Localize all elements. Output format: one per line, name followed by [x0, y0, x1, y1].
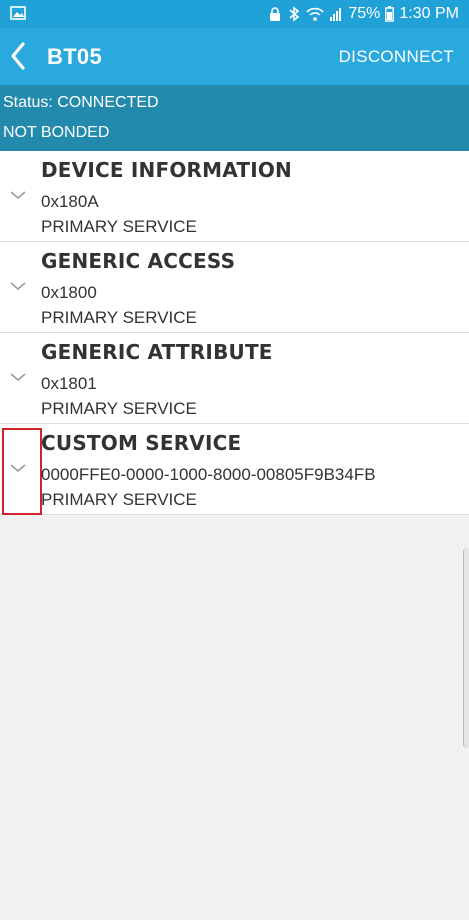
battery-icon	[385, 6, 395, 22]
service-uuid: 0x1801	[41, 374, 97, 393]
disconnect-button[interactable]: DISCONNECT	[339, 28, 454, 85]
service-name: CUSTOM SERVICE	[41, 431, 242, 455]
signal-icon	[330, 8, 342, 21]
chevron-down-icon[interactable]	[10, 372, 26, 382]
connection-status-panel: Status: CONNECTED NOT BONDED	[0, 85, 469, 151]
chevron-left-icon[interactable]	[6, 40, 30, 72]
service-name: GENERIC ATTRIBUTE	[41, 340, 273, 364]
services-list: DEVICE INFORMATION 0x180A PRIMARY SERVIC…	[0, 151, 469, 515]
service-name: DEVICE INFORMATION	[41, 158, 292, 182]
service-type: PRIMARY SERVICE	[41, 308, 197, 327]
service-item-generic-access[interactable]: GENERIC ACCESS 0x1800 PRIMARY SERVICE	[0, 242, 469, 333]
service-item-generic-attribute[interactable]: GENERIC ATTRIBUTE 0x1801 PRIMARY SERVICE	[0, 333, 469, 424]
device-title: BT05	[47, 44, 102, 69]
service-item-device-information[interactable]: DEVICE INFORMATION 0x180A PRIMARY SERVIC…	[0, 151, 469, 242]
clock: 1:30 PM	[399, 5, 459, 22]
service-item-custom-service[interactable]: CUSTOM SERVICE 0000FFE0-0000-1000-8000-0…	[0, 424, 469, 515]
service-uuid: 0000FFE0-0000-1000-8000-00805F9B34FB	[41, 465, 376, 484]
service-type: PRIMARY SERVICE	[41, 217, 197, 236]
system-status-bar: 75% 1:30 PM	[0, 0, 469, 28]
gallery-icon	[10, 6, 26, 20]
service-type: PRIMARY SERVICE	[41, 399, 197, 418]
bond-status: NOT BONDED	[3, 124, 110, 141]
battery-percent: 75%	[348, 5, 381, 22]
lock-icon	[270, 7, 281, 21]
bluetooth-icon	[289, 6, 300, 22]
service-name: GENERIC ACCESS	[41, 249, 236, 273]
service-uuid: 0x180A	[41, 192, 99, 211]
edge-panel-handle[interactable]	[463, 548, 469, 748]
chevron-down-icon[interactable]	[10, 190, 26, 200]
chevron-down-icon[interactable]	[10, 463, 26, 473]
status-icons: 75% 1:30 PM	[268, 0, 459, 28]
service-type: PRIMARY SERVICE	[41, 490, 197, 509]
service-uuid: 0x1800	[41, 283, 97, 302]
app-bar: BT05 DISCONNECT	[0, 28, 469, 85]
connection-status: Status: CONNECTED	[3, 94, 159, 111]
empty-area	[0, 515, 469, 920]
chevron-down-icon[interactable]	[10, 281, 26, 291]
wifi-icon	[306, 7, 324, 21]
